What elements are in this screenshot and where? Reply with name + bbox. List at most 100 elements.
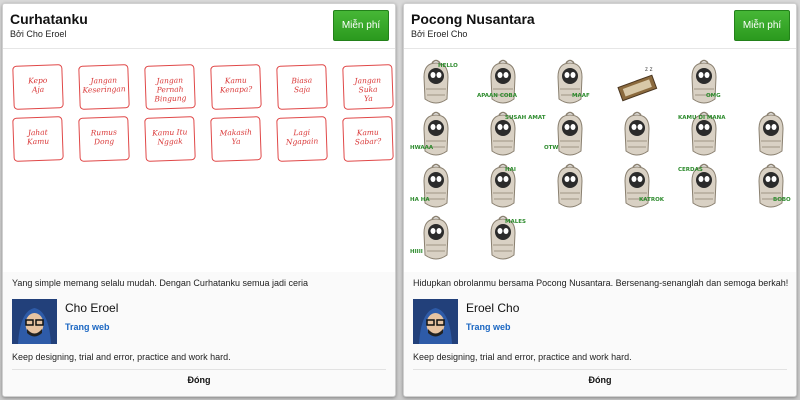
sticker-item[interactable]: Rumus Dong bbox=[77, 113, 132, 165]
close-button[interactable]: Đóng bbox=[3, 375, 395, 385]
sticker-caption: OTW bbox=[544, 145, 559, 151]
pocong-sticker-icon bbox=[682, 59, 726, 109]
sticker-item[interactable]: OTW bbox=[542, 111, 597, 163]
sticker-item[interactable] bbox=[609, 111, 664, 163]
sticker-item[interactable]: z z bbox=[609, 59, 664, 111]
sticker-item[interactable]: BOBO bbox=[743, 163, 796, 215]
divider bbox=[12, 369, 386, 370]
pocong-sticker-icon bbox=[615, 163, 659, 213]
sticker-item[interactable]: HELLO bbox=[408, 59, 463, 111]
sticker-item[interactable]: KATROK bbox=[609, 163, 664, 215]
pocong-sticker-icon bbox=[414, 215, 458, 265]
sticker-caption: BOBO bbox=[773, 197, 791, 203]
pack-title: Pocong Nusantara bbox=[411, 11, 535, 27]
sticker-item[interactable]: Lagi Ngapain bbox=[275, 113, 330, 165]
sticker-caption: KAMU DI MANA bbox=[678, 115, 726, 121]
sticker-caption: MAAF bbox=[572, 93, 590, 99]
sticker-item[interactable] bbox=[542, 163, 597, 215]
sticker-panel-pocong: Pocong Nusantara Bởi Eroel Cho Miễn phí … bbox=[403, 3, 797, 397]
sticker-item[interactable]: Kamu Sabar? bbox=[341, 113, 395, 165]
pack-details: Hidupkan obrolanmu bersama Pocong Nusant… bbox=[404, 272, 796, 396]
sticker-caption: APAAN COBA bbox=[477, 93, 517, 99]
svg-text:z z: z z bbox=[645, 67, 653, 73]
sticker-note-frame: Jangan Suka Ya bbox=[342, 64, 394, 110]
pocong-sticker-icon bbox=[548, 111, 592, 161]
pocong-sticker-icon bbox=[481, 59, 525, 109]
sticker-note-frame: Biasa Saja bbox=[276, 64, 328, 110]
pack-details: Yang simple memang selalu mudah. Dengan … bbox=[3, 272, 395, 396]
sticker-caption: CERDAS bbox=[678, 167, 703, 173]
sticker-label: Kepo Aja bbox=[28, 75, 48, 95]
pocong-sticker-icon bbox=[414, 111, 458, 161]
sticker-label: Jangan Pernah Bingung bbox=[154, 75, 187, 104]
free-download-button[interactable]: Miễn phí bbox=[333, 10, 389, 41]
sticker-note-frame: Kamu Itu Nggak bbox=[144, 116, 196, 162]
pack-author-line: Bởi Eroel Cho bbox=[411, 29, 468, 39]
sticker-item[interactable]: Biasa Saja bbox=[275, 61, 330, 113]
sticker-caption: OMG bbox=[706, 93, 721, 99]
sticker-note-frame: Makasih Ya bbox=[210, 116, 262, 162]
sticker-item[interactable]: HWAAA bbox=[408, 111, 463, 163]
website-link[interactable]: Trang web bbox=[466, 322, 511, 332]
sticker-label: Biasa Saja bbox=[291, 75, 313, 95]
sticker-label: Rumus Dong bbox=[90, 127, 118, 147]
author-name: Eroel Cho bbox=[466, 301, 520, 315]
sticker-item[interactable]: HIIII bbox=[408, 215, 463, 267]
pocong-sticker-icon bbox=[548, 59, 592, 109]
sticker-note-frame: Kamu Sabar? bbox=[342, 116, 394, 162]
sticker-item[interactable]: Jangan Suka Ya bbox=[341, 61, 395, 113]
sticker-item[interactable]: Makasih Ya bbox=[209, 113, 264, 165]
divider bbox=[413, 369, 787, 370]
free-download-button[interactable]: Miễn phí bbox=[734, 10, 790, 41]
sticker-note-frame: Lagi Ngapain bbox=[276, 116, 328, 162]
sticker-item[interactable]: OMG bbox=[676, 59, 731, 111]
sticker-panel-curhatanku: Curhatanku Bởi Cho Eroel Miễn phí Kepo A… bbox=[2, 3, 396, 397]
sticker-caption: SUSAH AMAT bbox=[505, 115, 546, 121]
pack-description: Yang simple memang selalu mudah. Dengan … bbox=[12, 278, 308, 288]
sticker-caption: HIIII bbox=[410, 249, 423, 255]
sticker-label: Jahat Kamu bbox=[26, 127, 50, 147]
sticker-caption: KATROK bbox=[639, 197, 665, 203]
sticker-item[interactable]: KAMU DI MANA bbox=[676, 111, 731, 163]
sticker-item[interactable]: MAAF bbox=[542, 59, 597, 111]
sticker-item[interactable]: Jahat Kamu bbox=[11, 113, 66, 165]
author-name: Cho Eroel bbox=[65, 301, 119, 315]
sticker-item[interactable]: SUSAH AMAT bbox=[475, 111, 545, 163]
pack-title: Curhatanku bbox=[10, 11, 88, 27]
sticker-item[interactable]: Jangan Pernah Bingung bbox=[143, 61, 198, 113]
sticker-label: Kamu Itu Nggak bbox=[152, 127, 188, 147]
author-motto: Keep designing, trial and error, practic… bbox=[12, 352, 231, 362]
sticker-label: Kamu Sabar? bbox=[354, 127, 382, 147]
sticker-caption: HWAAA bbox=[410, 145, 434, 151]
sticker-note-frame: Jangan Keseringan bbox=[78, 64, 130, 110]
sticker-item[interactable]: HA HA bbox=[408, 163, 463, 215]
pocong-sticker-icon bbox=[481, 163, 525, 213]
sticker-item[interactable]: Jangan Keseringan bbox=[77, 61, 132, 113]
sticker-item[interactable]: HAI bbox=[475, 163, 530, 215]
close-button[interactable]: Đóng bbox=[404, 375, 796, 385]
pocong-sticker-icon bbox=[414, 163, 458, 213]
author-avatar bbox=[12, 299, 57, 344]
sticker-label: Makasih Ya bbox=[219, 127, 253, 147]
panel-header: Curhatanku Bởi Cho Eroel Miễn phí bbox=[3, 4, 395, 49]
sticker-note-frame: Jahat Kamu bbox=[12, 116, 64, 162]
sticker-caption: HELLO bbox=[438, 63, 458, 69]
sticker-caption: HAI bbox=[505, 167, 516, 173]
sticker-item[interactable]: MALES bbox=[475, 215, 530, 267]
sticker-item[interactable]: APAAN COBA bbox=[475, 59, 530, 111]
website-link[interactable]: Trang web bbox=[65, 322, 110, 332]
sticker-note-frame: Kamu Kenapa? bbox=[210, 64, 262, 110]
author-motto: Keep designing, trial and error, practic… bbox=[413, 352, 632, 362]
sticker-item[interactable] bbox=[743, 111, 796, 163]
sticker-label: Jangan Keseringan bbox=[82, 75, 126, 95]
sticker-item[interactable]: CERDAS bbox=[676, 163, 731, 215]
sticker-grid: HELLO APAAN COBA MAAF z z OMG HWAAA SUSA… bbox=[404, 53, 796, 271]
sticker-item[interactable]: Kamu Kenapa? bbox=[209, 61, 264, 113]
sticker-note-frame: Rumus Dong bbox=[78, 116, 130, 162]
sticker-item[interactable]: Kepo Aja bbox=[11, 61, 66, 113]
sticker-item[interactable]: Kamu Itu Nggak bbox=[143, 113, 198, 165]
author-avatar bbox=[413, 299, 458, 344]
sticker-note-frame: Jangan Pernah Bingung bbox=[144, 64, 196, 110]
sticker-caption: HA HA bbox=[410, 197, 430, 203]
pocong-sticker-icon bbox=[615, 111, 659, 161]
